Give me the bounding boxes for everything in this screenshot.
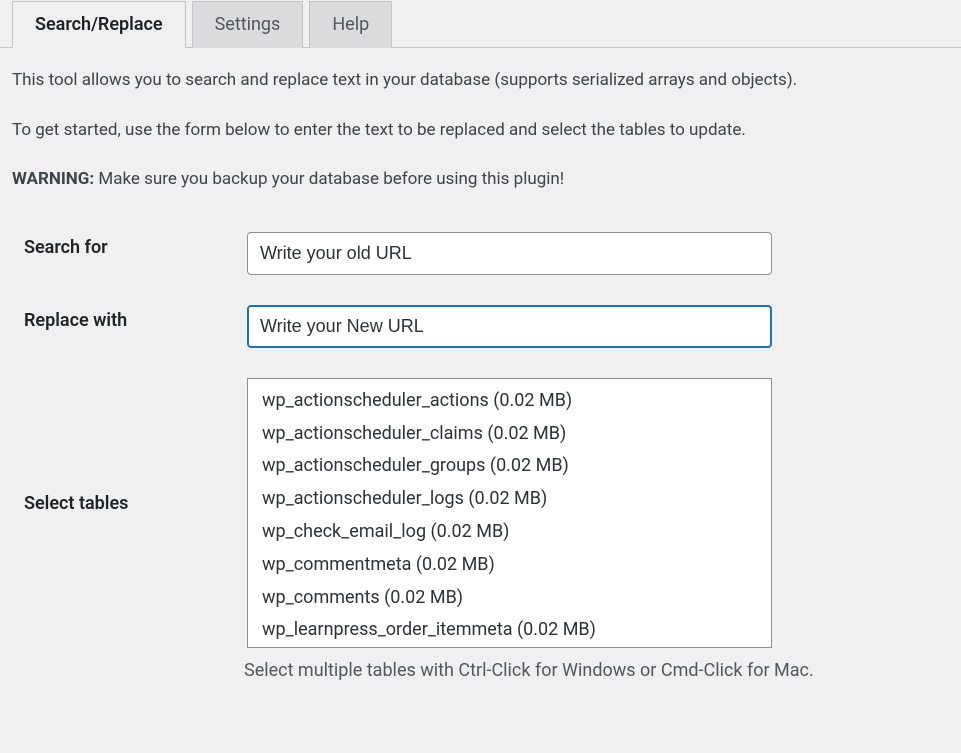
tab-content: This tool allows you to search and repla… [0, 48, 961, 708]
warning-label: WARNING: [12, 169, 94, 189]
table-option[interactable]: wp_commentmeta (0.02 MB) [248, 549, 771, 582]
intro-line-2: To get started, use the form below to en… [12, 118, 949, 144]
search-for-input[interactable] [247, 232, 772, 275]
row-search-for: Search for [12, 217, 949, 290]
table-option[interactable]: wp_actionscheduler_claims (0.02 MB) [248, 418, 771, 451]
form-table: Search for Replace with Select tables wp… [12, 217, 949, 696]
replace-with-input[interactable] [247, 305, 772, 348]
table-option[interactable]: wp_learnpress_order_itemmeta (0.02 MB) [248, 614, 771, 647]
label-replace-with: Replace with [12, 290, 237, 363]
table-option[interactable]: wp_learnpress_order_items (0.02 MB) [248, 647, 771, 648]
table-option[interactable]: wp_actionscheduler_groups (0.02 MB) [248, 450, 771, 483]
label-search-for: Search for [12, 217, 237, 290]
table-option[interactable]: wp_actionscheduler_actions (0.02 MB) [248, 385, 771, 418]
label-select-tables: Select tables [12, 363, 237, 696]
row-select-tables: Select tables wp_actionscheduler_actions… [12, 363, 949, 696]
select-tables-help: Select multiple tables with Ctrl-Click f… [244, 660, 939, 681]
select-tables-list[interactable]: wp_actionscheduler_actions (0.02 MB)wp_a… [247, 378, 772, 648]
tabs-bar: Search/Replace Settings Help [0, 0, 961, 48]
warning-line: WARNING: Make sure you backup your datab… [12, 167, 949, 193]
tab-settings[interactable]: Settings [192, 1, 304, 48]
tab-help[interactable]: Help [309, 1, 392, 48]
intro-line-1: This tool allows you to search and repla… [12, 68, 949, 94]
warning-text: Make sure you backup your database befor… [94, 169, 564, 189]
table-option[interactable]: wp_comments (0.02 MB) [248, 582, 771, 615]
tab-search-replace[interactable]: Search/Replace [12, 1, 186, 48]
table-option[interactable]: wp_actionscheduler_logs (0.02 MB) [248, 483, 771, 516]
row-replace-with: Replace with [12, 290, 949, 363]
table-option[interactable]: wp_check_email_log (0.02 MB) [248, 516, 771, 549]
